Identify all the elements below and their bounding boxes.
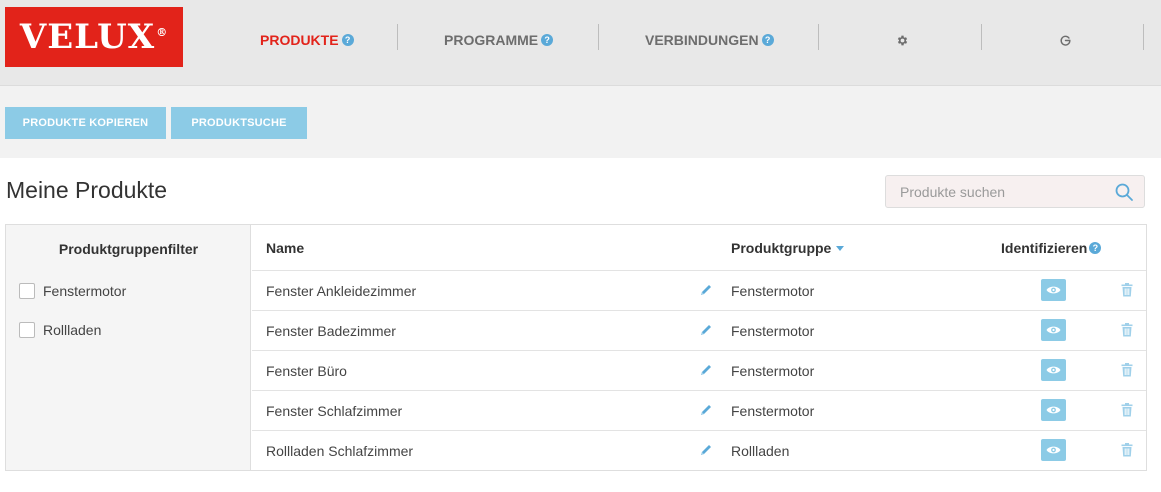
identify-button[interactable] <box>1041 439 1066 461</box>
nav-divider <box>818 24 819 50</box>
pencil-icon <box>701 445 711 455</box>
products-table: Name Produktgruppe Identifizieren ? Fens… <box>252 225 1146 470</box>
velux-logo[interactable]: VELUX® <box>5 7 183 67</box>
table-row: Fenster Schlafzimmer Fenstermotor <box>252 391 1146 431</box>
product-group: Rollladen <box>731 443 790 459</box>
delete-button[interactable] <box>1121 363 1133 377</box>
filter-option-fenstermotor[interactable]: Fenstermotor <box>19 283 126 299</box>
product-group: Fenstermotor <box>731 403 815 419</box>
checkbox[interactable] <box>19 283 35 299</box>
nav-programme-label: PROGRAMME <box>444 32 539 48</box>
filter-option-rollladen[interactable]: Rollladen <box>19 322 101 338</box>
logo-text: VELUX® <box>19 17 169 57</box>
identify-button[interactable] <box>1041 399 1066 421</box>
product-name: Fenster Schlafzimmer <box>266 403 403 419</box>
nav-verbindungen[interactable]: VERBINDUNGEN ? <box>645 32 774 48</box>
delete-button[interactable] <box>1121 283 1133 297</box>
product-name: Fenster Badezimmer <box>266 323 396 339</box>
toolbar: PRODUKTE KOPIEREN PRODUKTSUCHE <box>0 86 1161 158</box>
gear-icon <box>897 35 907 45</box>
nav-divider <box>1143 24 1144 50</box>
logout-icon <box>1060 35 1071 46</box>
copy-products-button[interactable]: PRODUKTE KOPIEREN <box>5 107 166 139</box>
pencil-icon <box>701 405 711 415</box>
table-row: Rollladen Schlafzimmer Rollladen <box>252 431 1146 471</box>
pencil-icon <box>701 285 711 295</box>
help-icon[interactable]: ? <box>761 34 774 46</box>
products-panel: Produktgruppenfilter Fenstermotor Rollla… <box>5 224 1147 471</box>
product-name: Fenster Büro <box>266 363 347 379</box>
table-row: Fenster Ankleidezimmer Fenstermotor <box>252 271 1146 311</box>
help-icon[interactable]: ? <box>1089 242 1102 254</box>
edit-button[interactable] <box>699 323 713 337</box>
pencil-icon <box>701 365 711 375</box>
app-header: VELUX® PRODUKTE ? PROGRAMME ? VERBINDUNG… <box>0 0 1161 86</box>
filter-option-label: Rollladen <box>43 322 102 338</box>
nav-verbindungen-label: VERBINDUNGEN <box>645 32 759 48</box>
eye-icon <box>1046 366 1061 374</box>
column-header-group[interactable]: Produktgruppe <box>731 240 845 256</box>
product-group: Fenstermotor <box>731 323 815 339</box>
edit-button[interactable] <box>699 283 713 297</box>
search-button[interactable] <box>1114 182 1134 202</box>
column-header-identify: Identifizieren ? <box>1001 240 1102 256</box>
search-box <box>885 175 1145 208</box>
trash-icon <box>1121 403 1133 417</box>
search-input[interactable] <box>886 176 1106 207</box>
trash-icon <box>1121 323 1133 337</box>
table-row: Fenster Badezimmer Fenstermotor <box>252 311 1146 351</box>
column-header-name: Name <box>266 240 305 256</box>
filter-option-label: Fenstermotor <box>43 283 127 299</box>
trash-icon <box>1121 363 1133 377</box>
nav-divider <box>598 24 599 50</box>
product-search-button[interactable]: PRODUKTSUCHE <box>171 107 307 139</box>
identify-button[interactable] <box>1041 279 1066 301</box>
table-row: Fenster Büro Fenstermotor <box>252 351 1146 391</box>
edit-button[interactable] <box>699 363 713 377</box>
product-name: Fenster Ankleidezimmer <box>266 283 417 299</box>
nav-divider <box>397 24 398 50</box>
eye-icon <box>1046 326 1061 334</box>
delete-button[interactable] <box>1121 443 1133 457</box>
edit-button[interactable] <box>699 443 713 457</box>
pencil-icon <box>701 325 711 335</box>
group-filter: Produktgruppenfilter Fenstermotor Rollla… <box>6 225 251 470</box>
nav-programme[interactable]: PROGRAMME ? <box>444 32 554 48</box>
product-group: Fenstermotor <box>731 283 815 299</box>
identify-button[interactable] <box>1041 319 1066 341</box>
eye-icon <box>1046 446 1061 454</box>
delete-button[interactable] <box>1121 403 1133 417</box>
nav-divider <box>981 24 982 50</box>
settings-button[interactable] <box>894 31 910 49</box>
edit-button[interactable] <box>699 403 713 417</box>
filter-title: Produktgruppenfilter <box>58 241 199 257</box>
help-icon[interactable]: ? <box>341 34 354 46</box>
trash-icon <box>1121 283 1133 297</box>
page-title: Meine Produkte <box>6 177 168 203</box>
eye-icon <box>1046 286 1061 294</box>
sort-down-icon[interactable] <box>836 245 845 251</box>
identify-button[interactable] <box>1041 359 1066 381</box>
trash-icon <box>1121 443 1133 457</box>
nav-produkte-label: PRODUKTE <box>260 32 339 48</box>
nav-produkte[interactable]: PRODUKTE ? <box>260 32 354 48</box>
eye-icon <box>1046 406 1061 414</box>
help-icon[interactable]: ? <box>541 34 554 46</box>
search-icon <box>1115 183 1133 201</box>
logout-button[interactable] <box>1057 31 1073 49</box>
table-header: Name Produktgruppe Identifizieren ? <box>252 225 1146 271</box>
product-name: Rollladen Schlafzimmer <box>266 443 414 459</box>
delete-button[interactable] <box>1121 323 1133 337</box>
product-group: Fenstermotor <box>731 363 815 379</box>
checkbox[interactable] <box>19 322 35 338</box>
